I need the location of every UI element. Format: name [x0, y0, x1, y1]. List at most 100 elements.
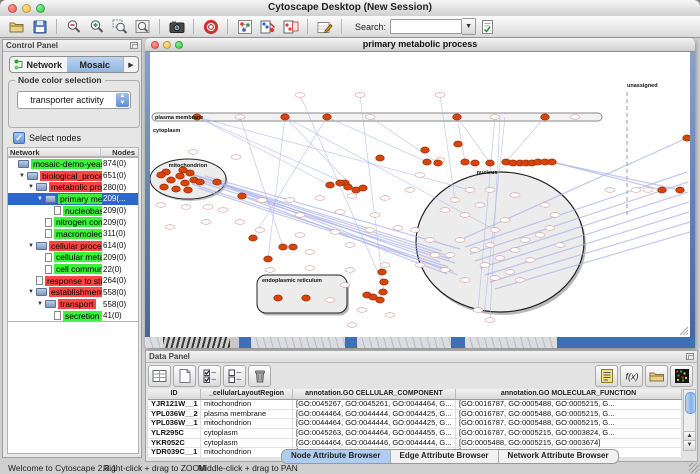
selected-node[interactable]	[471, 160, 480, 166]
selected-node[interactable]	[541, 114, 550, 120]
unselected-node[interactable]	[490, 115, 500, 120]
selected-node[interactable]	[196, 179, 205, 185]
table-row-ylr295c[interactable]: YLR295Ccytoplasm[GO:0045263, GO:0044464,…	[148, 429, 682, 439]
selected-node[interactable]	[289, 244, 298, 250]
unselected-node[interactable]	[505, 270, 515, 275]
selected-node[interactable]	[186, 170, 195, 176]
selected-node[interactable]	[281, 114, 290, 120]
unselected-node[interactable]	[201, 220, 211, 225]
table-row-ypl036w__2[interactable]: YPL036W__2plasma membrane[GO:0044464, GO…	[148, 410, 682, 420]
annotation-button[interactable]	[313, 17, 336, 37]
selected-node[interactable]	[157, 172, 166, 178]
unselected-node[interactable]	[425, 238, 435, 243]
unselected-node[interactable]	[295, 93, 305, 98]
scrollbar-thumb[interactable]	[685, 392, 696, 414]
unselect-attributes-button[interactable]	[223, 365, 246, 387]
selected-node[interactable]	[454, 141, 463, 147]
selected-node[interactable]	[378, 269, 387, 275]
snapshot-button[interactable]	[165, 17, 188, 37]
selected-node[interactable]	[344, 184, 353, 190]
unselected-node[interactable]	[393, 226, 403, 231]
unselected-node[interactable]	[480, 263, 490, 268]
select-nodes-button[interactable]	[279, 17, 302, 37]
selected-node[interactable]	[160, 184, 169, 190]
selected-node[interactable]	[434, 160, 443, 166]
unselected-node[interactable]	[460, 213, 470, 218]
unselected-node[interactable]	[550, 213, 560, 218]
selected-node[interactable]	[380, 279, 389, 285]
unselected-node[interactable]	[285, 198, 295, 203]
tree-row-secretion[interactable]: secretion41(0)	[8, 310, 138, 322]
table-row-ykr052c[interactable]: YKR052Ccytoplasm[GO:0044464, GO:0044446,…	[148, 439, 682, 449]
network-canvas[interactable]: plasma membranecytoplasmmitochondrionnuc…	[150, 52, 690, 337]
unselected-node[interactable]	[440, 208, 450, 213]
unselected-node[interactable]	[520, 238, 530, 243]
selected-node[interactable]	[181, 180, 190, 186]
tree-row-metabolic-process[interactable]: ▼metabolic process280(0)	[8, 181, 138, 193]
zoom-fit-button[interactable]	[131, 17, 154, 37]
unselected-node[interactable]	[335, 210, 345, 215]
tree-row-primary-metabo[interactable]: ▼primary metabo209(...	[8, 193, 138, 205]
unselected-node[interactable]	[347, 194, 357, 199]
selected-node[interactable]	[326, 182, 335, 188]
column-header-3[interactable]: annotation.GO MOLECULAR_FUNCTION	[456, 389, 682, 399]
open-file-button[interactable]	[5, 17, 28, 37]
unselected-node[interactable]	[473, 308, 483, 313]
selected-node[interactable]	[359, 185, 368, 191]
selected-node[interactable]	[683, 135, 690, 141]
selected-node[interactable]	[249, 235, 258, 241]
unselected-node[interactable]	[203, 205, 213, 210]
unselected-node[interactable]	[435, 93, 445, 98]
zoom-in-button[interactable]	[85, 17, 108, 37]
unselected-node[interactable]	[315, 196, 325, 201]
unselected-node[interactable]	[495, 256, 505, 261]
select-nodes-checkbox[interactable]: ✓	[13, 132, 25, 144]
network-window-titlebar[interactable]: primary metabolic process	[145, 38, 695, 52]
selected-node[interactable]	[423, 159, 432, 165]
unselected-node[interactable]	[385, 313, 395, 318]
unselected-node[interactable]	[605, 188, 615, 193]
unselected-node[interactable]	[235, 220, 245, 225]
table-row-yjr121w__1[interactable]: YJR121W__1mitochondrion[GO:0045267, GO:0…	[148, 400, 682, 410]
unselected-node[interactable]	[365, 115, 375, 120]
import-attributes-button[interactable]	[645, 365, 668, 387]
disclosure-expanded-icon[interactable]: ▼	[19, 173, 27, 179]
plasma-membrane-region[interactable]	[152, 113, 602, 121]
selected-node[interactable]	[421, 147, 430, 153]
unselected-node[interactable]	[643, 188, 653, 193]
selected-node[interactable]	[323, 114, 332, 120]
attribute-list-button[interactable]	[595, 365, 618, 387]
tab-overflow-arrow[interactable]: ▶	[123, 57, 138, 72]
unselected-node[interactable]	[345, 243, 355, 248]
unselected-node[interactable]	[430, 253, 440, 258]
help-button[interactable]	[199, 17, 222, 37]
tree-header-nodes[interactable]: Nodes	[100, 148, 138, 156]
unselected-node[interactable]	[540, 203, 550, 208]
unselected-node[interactable]	[325, 298, 335, 303]
tree-row-macromolecule[interactable]: macromolecule311(0)	[8, 228, 138, 240]
selected-node[interactable]	[336, 180, 345, 186]
attribute-matrix-button[interactable]	[670, 365, 693, 387]
unselected-node[interactable]	[365, 228, 375, 233]
combo-stepper-icon[interactable]: ▲▼	[116, 93, 129, 107]
unselected-node[interactable]	[257, 198, 267, 203]
unselected-node[interactable]	[555, 243, 565, 248]
selected-node[interactable]	[176, 173, 185, 179]
disclosure-expanded-icon[interactable]: ▼	[37, 196, 45, 202]
disclosure-expanded-icon[interactable]: ▼	[28, 184, 36, 190]
unselected-node[interactable]	[485, 318, 495, 323]
selected-node[interactable]	[658, 187, 667, 193]
selected-node[interactable]	[238, 193, 247, 199]
unselected-node[interactable]	[405, 188, 415, 193]
unselected-node[interactable]	[188, 150, 198, 155]
zoom-out-button[interactable]	[62, 17, 85, 37]
tree-row-response-to-stimulu[interactable]: response to stimulu264(0)	[8, 275, 138, 287]
disclosure-expanded-icon[interactable]: ▼	[37, 301, 45, 307]
unselected-node[interactable]	[255, 228, 265, 233]
selected-node[interactable]	[376, 155, 385, 161]
unselected-node[interactable]	[181, 205, 191, 210]
formula-builder-button[interactable]: f(x)	[620, 365, 643, 387]
unselected-node[interactable]	[357, 308, 367, 313]
tree-row-cellular-metabo[interactable]: cellular metabo209(0)	[8, 252, 138, 264]
node-color-combobox[interactable]: transporter activity ▲▼	[17, 91, 131, 109]
